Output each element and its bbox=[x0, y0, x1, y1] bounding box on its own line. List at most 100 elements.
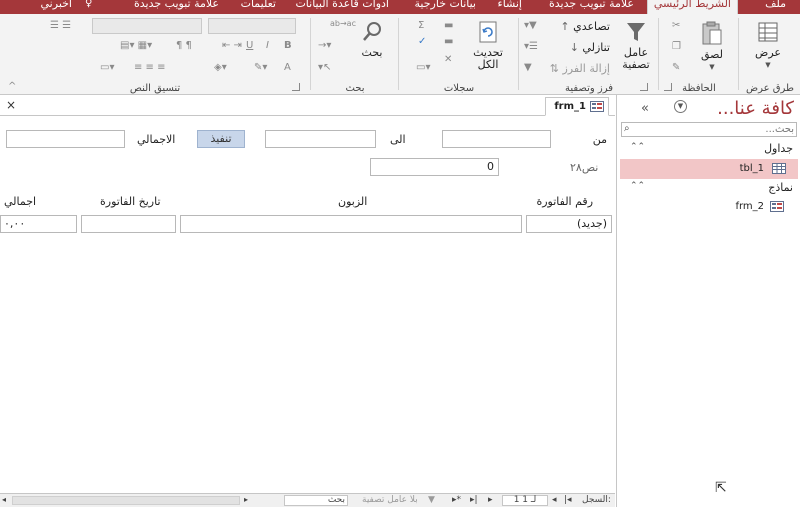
find-button[interactable]: بحث bbox=[352, 20, 392, 59]
toggle-filter-icon[interactable]: ▼ bbox=[524, 62, 532, 74]
nav-section-label: جداول bbox=[764, 142, 793, 155]
advanced-filter-icon[interactable]: ▾☰ bbox=[524, 41, 538, 53]
sort-ascending-button[interactable]: تصاعدي ↑ bbox=[560, 19, 610, 35]
nav-pane-title[interactable]: كافة عنا... bbox=[717, 98, 794, 119]
scroll-right-icon[interactable]: ▸ bbox=[244, 495, 248, 504]
group-title-clipboard: الحافظة bbox=[682, 83, 716, 94]
new-record-nav-icon[interactable]: ▸* bbox=[452, 495, 461, 505]
more-records-icon[interactable]: ▭▾ bbox=[416, 62, 430, 74]
refresh-icon bbox=[479, 21, 497, 43]
sort-descending-button[interactable]: تنازلي ↓ bbox=[570, 40, 610, 56]
text-format-launcher-icon[interactable] bbox=[292, 83, 300, 91]
filter-label: عامل تصفية bbox=[622, 46, 650, 71]
document-tab-bar: × frm_1 bbox=[0, 95, 615, 116]
first-record-icon[interactable]: |◂ bbox=[564, 495, 572, 505]
record-position-input[interactable]: 1 لـ 1 bbox=[502, 495, 548, 506]
total-input[interactable] bbox=[6, 130, 125, 148]
gridlines-icon[interactable]: ▤▾ ▦▾ bbox=[120, 40, 152, 52]
save-record-icon[interactable]: ▬ bbox=[444, 36, 453, 48]
conditional-icon[interactable]: ▭▾ bbox=[100, 62, 114, 74]
font-name-box[interactable] bbox=[92, 18, 202, 34]
nav-item-frm-2[interactable]: frm_2 bbox=[620, 198, 798, 218]
tab-file[interactable]: ملف bbox=[759, 0, 792, 14]
column-header-total: اجمالي bbox=[4, 195, 37, 208]
previous-record-icon[interactable]: ◂ bbox=[552, 495, 557, 505]
column-header-invoice-date: تاريخ الفاتورة bbox=[100, 195, 161, 208]
indent-icon[interactable]: ⇤ ⇥ bbox=[222, 40, 242, 52]
refresh-all-button[interactable]: تحديث الكل bbox=[466, 20, 510, 71]
tab-help[interactable]: تعليمات bbox=[235, 0, 282, 14]
spelling-icon[interactable]: ✓ bbox=[418, 36, 426, 48]
select-icon[interactable]: ▾↖ bbox=[318, 62, 331, 74]
shutter-bar-icon[interactable]: « bbox=[641, 101, 649, 116]
new-record-icon[interactable]: ▬ bbox=[444, 20, 453, 32]
group-records: تحديث الكل ▬ ▬ ✕ Σ ✓ ▭▾ سجلات bbox=[400, 14, 518, 95]
remove-sort-button[interactable]: إزالة الفرز ⇅ bbox=[550, 61, 610, 77]
filter-button[interactable]: عامل تصفية bbox=[616, 20, 656, 71]
search-icon: ⌕ bbox=[624, 123, 630, 134]
tab-new-2[interactable]: علامة تبويب جديدة bbox=[128, 0, 225, 14]
nav-item-label: frm_2 bbox=[735, 201, 764, 212]
nav-search-input[interactable] bbox=[636, 123, 794, 136]
paste-button[interactable]: لصق ▼ bbox=[692, 20, 732, 73]
table-icon bbox=[772, 163, 786, 174]
underline-icon[interactable]: U bbox=[246, 40, 253, 52]
collapse-ribbon-icon[interactable]: ^ bbox=[8, 81, 16, 93]
view-button[interactable]: عرض ▼ bbox=[746, 20, 790, 71]
last-record-icon[interactable]: ▸| bbox=[470, 495, 478, 505]
nav-menu-icon[interactable]: ▼ bbox=[674, 100, 687, 113]
tab-new-1[interactable]: علامة تبويب جديدة bbox=[543, 0, 640, 14]
view-icon bbox=[758, 22, 778, 42]
text28-input[interactable]: 0 bbox=[370, 158, 499, 176]
tab-home[interactable]: الشريط الرئيسي bbox=[646, 0, 738, 14]
group-text-formatting: ☰ ☰ B I U ⇤ ⇥ ¶ ¶ ▤▾ ▦▾ A ✎▾ ◈▾ ≡ ≡ ≡ ▭▾… bbox=[0, 14, 310, 95]
italic-icon[interactable]: I bbox=[266, 40, 269, 52]
selection-filter-icon[interactable]: ▾▼ bbox=[524, 20, 537, 32]
total-cell[interactable]: ٠,٠٠ bbox=[0, 215, 77, 233]
highlight-icon[interactable]: ✎▾ bbox=[254, 62, 267, 74]
align-icon[interactable]: ≡ ≡ ≡ bbox=[134, 62, 166, 74]
nav-search-box[interactable]: ⌕ bbox=[621, 122, 797, 137]
font-size-box[interactable] bbox=[208, 18, 296, 34]
group-divider bbox=[398, 18, 399, 90]
tab-database-tools[interactable]: أدوات قاعدة البيانات bbox=[289, 0, 395, 14]
direction-icon[interactable]: ¶ ¶ bbox=[176, 40, 192, 52]
to-label: الى bbox=[390, 133, 406, 146]
next-record-icon[interactable]: ▸ bbox=[488, 495, 493, 505]
customer-cell[interactable] bbox=[180, 215, 522, 233]
nav-section-tables[interactable]: ⌃⌃ جداول bbox=[617, 141, 800, 157]
execute-button[interactable]: تنفيذ bbox=[197, 130, 245, 148]
tab-external-data[interactable]: بيانات خارجية bbox=[409, 0, 482, 14]
paste-label: لصق bbox=[700, 48, 724, 61]
totals-icon[interactable]: Σ bbox=[418, 20, 424, 32]
group-title-find: بحث bbox=[345, 83, 365, 94]
to-date-input[interactable] bbox=[265, 130, 376, 148]
record-search-input[interactable]: بحث bbox=[284, 495, 348, 506]
close-icon[interactable]: × bbox=[6, 98, 16, 112]
invoice-no-cell[interactable]: (جديد) bbox=[526, 215, 612, 233]
record-label: السجل: bbox=[582, 495, 611, 505]
group-divider bbox=[518, 18, 519, 90]
horizontal-scrollbar[interactable] bbox=[12, 496, 240, 505]
bold-icon[interactable]: B bbox=[284, 40, 292, 52]
nav-section-forms[interactable]: ⌃⌃ نماذج bbox=[617, 180, 800, 196]
invoice-date-cell[interactable] bbox=[81, 215, 176, 233]
scroll-left-icon[interactable]: ◂ bbox=[2, 495, 6, 504]
font-color-icon[interactable]: A bbox=[284, 62, 291, 74]
group-sort-filter: عامل تصفية تصاعدي ↑ تنازلي ↓ إزالة الفرز… bbox=[520, 14, 658, 95]
ribbon-tab-bar: ملف الشريط الرئيسي علامة تبويب جديدة إنش… bbox=[0, 0, 800, 14]
format-painter-icon: ✎ bbox=[672, 62, 681, 73]
goto-icon[interactable]: →▾ bbox=[318, 40, 331, 52]
delete-record-icon[interactable]: ✕ bbox=[444, 54, 452, 66]
no-filter-label[interactable]: بلا عامل تصفية bbox=[362, 495, 418, 505]
fill-color-icon[interactable]: ◈▾ bbox=[214, 62, 227, 74]
tab-tell-me[interactable]: أخبرني bbox=[35, 0, 78, 14]
refresh-all-label: تحديث الكل bbox=[473, 46, 503, 71]
tab-create[interactable]: إنشاء bbox=[492, 0, 528, 14]
from-date-input[interactable] bbox=[442, 130, 551, 148]
document-tab-frm-1[interactable]: frm_1 bbox=[545, 97, 609, 116]
record-navigation-bar: ◂ ▸ بحث بلا عامل تصفية ▼ ▸* ▸| ▸ 1 لـ 1 … bbox=[0, 493, 615, 507]
total-value: ٠,٠٠ bbox=[4, 217, 26, 230]
list-icon[interactable]: ☰ ☰ bbox=[50, 20, 71, 32]
nav-item-tbl-1[interactable]: tbl_1 bbox=[620, 159, 798, 179]
